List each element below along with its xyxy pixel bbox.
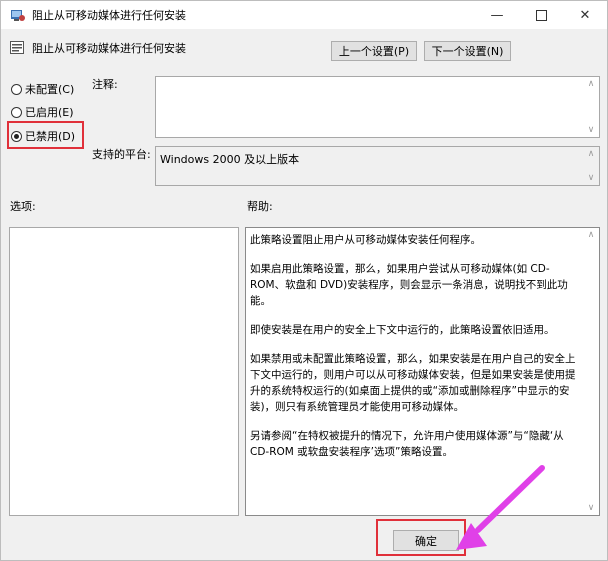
scroll-down-icon: ∨ <box>587 503 595 513</box>
close-button[interactable]: ✕ <box>563 1 607 29</box>
ok-highlight <box>376 519 466 556</box>
next-setting-button[interactable]: 下一个设置(N) <box>424 41 511 61</box>
minimize-icon: — <box>490 7 504 23</box>
policy-icon <box>11 10 25 21</box>
platform-scrollbar[interactable]: ∧ ∨ <box>583 147 599 185</box>
help-paragraph: 此策略设置阻止用户从可移动媒体安装任何程序。 <box>250 234 481 246</box>
close-icon: ✕ <box>579 7 591 23</box>
help-paragraph: 如果启用此策略设置，那么，如果用户尝试从可移动媒体(如 CD-ROM、软盘和 D… <box>250 263 568 307</box>
radio-circle[interactable] <box>11 106 22 118</box>
radio-label: 已启用(E) <box>25 106 74 119</box>
help-paragraph: 如果禁用或未配置此策略设置，那么，如果安装是在用户自己的安全上下文中运行的，则用… <box>250 353 576 413</box>
platform-value: Windows 2000 及以上版本 <box>160 153 300 166</box>
comment-scrollbar[interactable]: ∧ ∨ <box>583 77 599 137</box>
window-title: 阻止从可移动媒体进行任何安装 <box>32 9 186 22</box>
help-scrollbar[interactable]: ∧ ∨ <box>583 228 599 515</box>
scroll-up-icon: ∧ <box>587 230 595 240</box>
options-label: 选项: <box>10 200 36 213</box>
policy-dialog: 阻止从可移动媒体进行任何安装 — ✕ 阻止从可移动媒体进行任何安装 上一个设置(… <box>0 0 608 561</box>
scroll-down-icon: ∨ <box>587 173 595 183</box>
scroll-down-icon: ∨ <box>587 125 595 135</box>
comment-field[interactable]: ∧ ∨ <box>155 76 600 138</box>
radio-label: 未配置(C) <box>25 83 75 96</box>
setting-title: 阻止从可移动媒体进行任何安装 <box>32 42 186 55</box>
help-paragraph: 即使安装是在用户的安全上下文中运行的，此策略设置依旧适用。 <box>250 324 555 336</box>
help-panel: 此策略设置阻止用户从可移动媒体安装任何程序。 如果启用此策略设置，那么，如果用户… <box>245 227 600 516</box>
setting-icon <box>10 41 24 54</box>
options-panel <box>9 227 239 516</box>
platform-field: Windows 2000 及以上版本 ∧ ∨ <box>155 146 600 186</box>
title-bar: 阻止从可移动媒体进行任何安装 — ✕ <box>1 1 607 29</box>
maximize-button[interactable] <box>519 1 563 29</box>
radio-enabled[interactable]: 已启用(E) <box>11 104 74 120</box>
platform-label: 支持的平台: <box>92 148 151 161</box>
help-paragraph: 另请参阅“在特权被提升的情况下，允许用户使用媒体源”与“隐藏‘从 CD-ROM … <box>250 430 564 458</box>
disabled-highlight <box>7 121 84 149</box>
minimize-button[interactable]: — <box>475 1 519 29</box>
radio-not-configured[interactable]: 未配置(C) <box>11 81 74 97</box>
scroll-up-icon: ∧ <box>587 149 595 159</box>
scroll-up-icon: ∧ <box>587 79 595 89</box>
help-label: 帮助: <box>247 200 273 213</box>
comment-label: 注释: <box>92 78 118 91</box>
radio-circle[interactable] <box>11 83 22 95</box>
previous-setting-button[interactable]: 上一个设置(P) <box>331 41 417 61</box>
maximize-icon <box>535 9 547 21</box>
